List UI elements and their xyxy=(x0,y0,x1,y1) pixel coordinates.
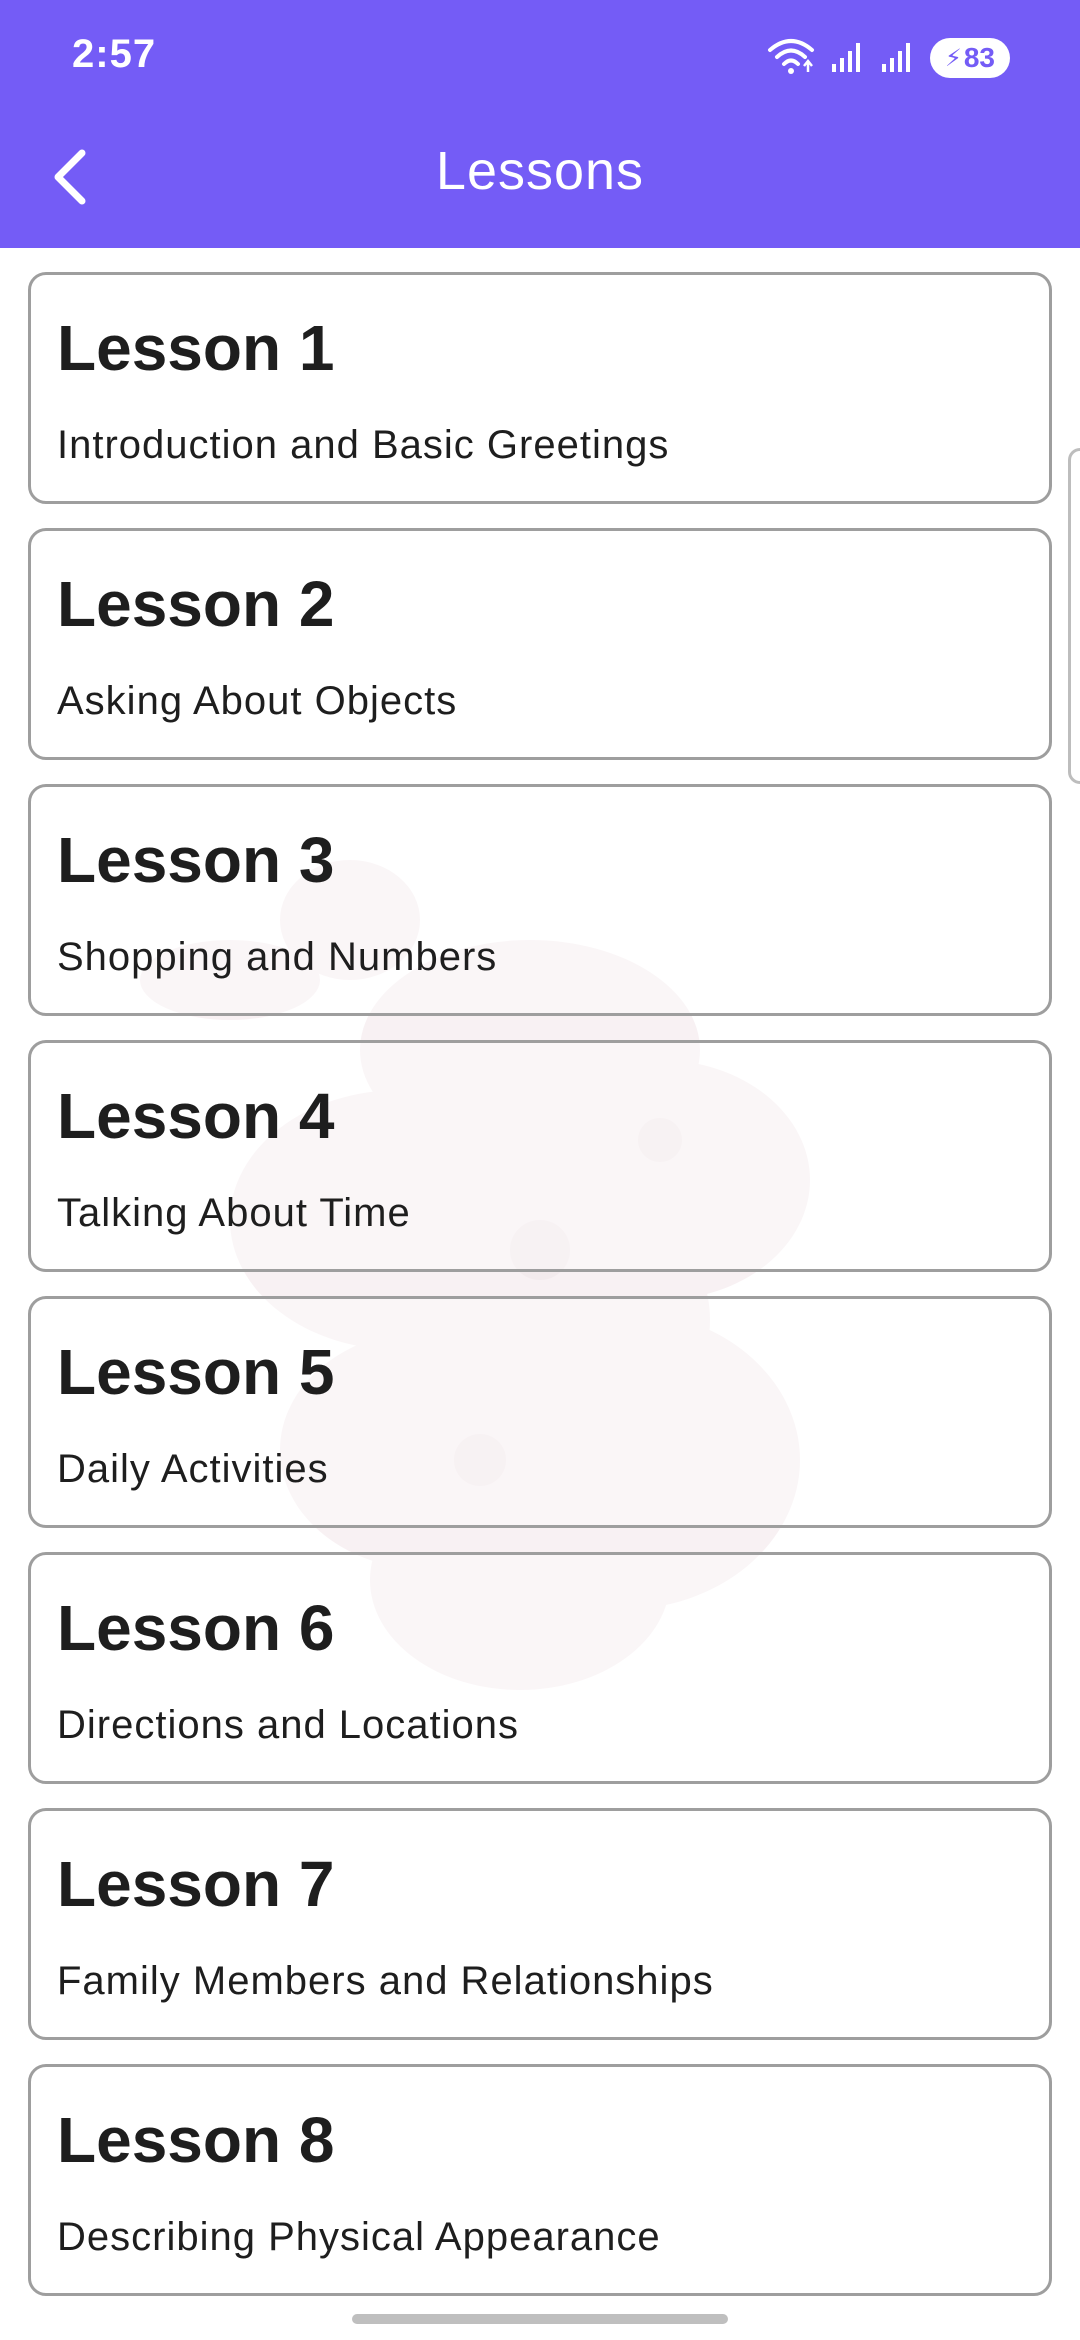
lesson-subtitle: Describing Physical Appearance xyxy=(57,2215,661,2259)
header: 2:57 ⚡ 83 Lessons xyxy=(0,0,1080,248)
lesson-list: Lesson 1 Introduction and Basic Greeting… xyxy=(28,272,1052,2320)
home-indicator[interactable] xyxy=(352,2314,728,2324)
app-bar: Lessons xyxy=(0,110,1080,248)
lesson-card[interactable]: Lesson 4 Talking About Time xyxy=(28,1040,1052,1272)
lesson-card[interactable]: Lesson 6 Directions and Locations xyxy=(28,1552,1052,1784)
signal-icon xyxy=(880,38,916,79)
bolt-icon: ⚡ xyxy=(944,44,962,72)
lesson-title: Lesson 8 xyxy=(57,2104,335,2176)
lessons-screen: 2:57 ⚡ 83 Lessons Lesson 1 Introduction … xyxy=(0,0,1080,2340)
status-icons: ⚡ 83 xyxy=(766,36,1010,80)
lesson-title: Lesson 1 xyxy=(57,312,335,384)
lesson-subtitle: Introduction and Basic Greetings xyxy=(57,423,670,467)
lesson-title: Lesson 7 xyxy=(57,1848,335,1920)
lesson-subtitle: Talking About Time xyxy=(57,1191,411,1235)
lesson-card[interactable]: Lesson 2 Asking About Objects xyxy=(28,528,1052,760)
lesson-card[interactable]: Lesson 8 Describing Physical Appearance xyxy=(28,2064,1052,2296)
lesson-card[interactable]: Lesson 5 Daily Activities xyxy=(28,1296,1052,1528)
lesson-title: Lesson 3 xyxy=(57,824,335,896)
lesson-subtitle: Shopping and Numbers xyxy=(57,935,498,979)
lesson-title: Lesson 2 xyxy=(57,568,335,640)
battery-charging-icon: ⚡ 83 xyxy=(930,38,1010,78)
lesson-card[interactable]: Lesson 3 Shopping and Numbers xyxy=(28,784,1052,1016)
battery-level: 83 xyxy=(963,42,995,73)
page-title: Lessons xyxy=(435,141,645,201)
lesson-title: Lesson 5 xyxy=(57,1336,335,1408)
signal-icon xyxy=(830,38,866,79)
scrollbar[interactable] xyxy=(1068,448,1080,784)
lesson-title: Lesson 6 xyxy=(57,1592,335,1664)
status-bar: 2:57 ⚡ 83 xyxy=(0,0,1080,110)
lesson-card[interactable]: Lesson 1 Introduction and Basic Greeting… xyxy=(28,272,1052,504)
lesson-subtitle: Directions and Locations xyxy=(57,1703,520,1747)
wifi-icon xyxy=(766,36,816,81)
status-time: 2:57 xyxy=(72,32,157,76)
lesson-subtitle: Asking About Objects xyxy=(57,679,458,723)
lesson-subtitle: Family Members and Relationships xyxy=(57,1959,714,2003)
lesson-subtitle: Daily Activities xyxy=(57,1447,329,1491)
lesson-title: Lesson 4 xyxy=(57,1080,335,1152)
lesson-card[interactable]: Lesson 7 Family Members and Relationship… xyxy=(28,1808,1052,2040)
